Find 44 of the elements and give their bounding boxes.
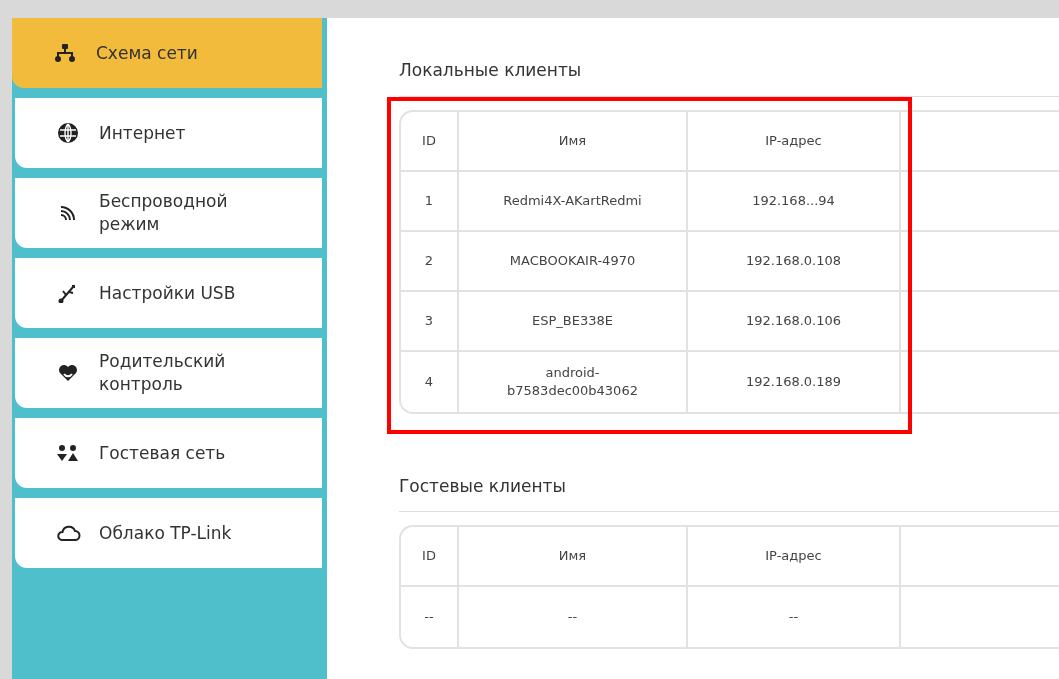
sidebar-label: Гостевая сеть xyxy=(99,441,227,465)
sidebar-item[interactable]: Гостевая сеть xyxy=(15,418,322,488)
table-cell: ESP_BE338E xyxy=(459,291,688,350)
table-cell: 2 xyxy=(401,231,459,290)
sidebar-item[interactable]: Беспроводной режим xyxy=(15,178,322,248)
table-cell: -- xyxy=(459,587,688,647)
column-header: IP-адрес xyxy=(688,111,901,170)
table-cell: Redmi4X-AKartRedmi xyxy=(459,171,688,230)
table-cell: MACBOOKAIR-4970 xyxy=(459,231,688,290)
sidebar-label: Интернет xyxy=(99,121,187,145)
table-cell: 1 xyxy=(401,171,459,230)
sidebar-label: Родительский контроль xyxy=(99,350,227,396)
sidebar-item[interactable]: Облако TP-Link xyxy=(15,498,322,568)
table-cell: android-b7583dec00b43062 xyxy=(459,351,688,412)
table-cell: -- xyxy=(688,587,901,647)
sidebar-label: Облако TP-Link xyxy=(99,521,233,545)
guests-icon xyxy=(56,444,80,462)
table-cell: -- xyxy=(401,587,459,647)
section-title: Локальные клиенты xyxy=(399,59,583,82)
sidebar-item[interactable]: Настройки USB xyxy=(15,258,322,328)
column-header: IP-адрес xyxy=(688,527,901,585)
table-cell: 192.168...94 xyxy=(688,171,901,230)
sidebar-item[interactable]: Родительский контроль xyxy=(15,338,322,408)
table-cell: 3 xyxy=(401,291,459,350)
column-header: Имя xyxy=(459,527,688,585)
sidebar-label: Настройки USB xyxy=(99,281,237,305)
wifi-icon xyxy=(59,204,77,222)
sidebar-item[interactable]: Интернет xyxy=(15,98,322,168)
sidebar-label: Схема сети xyxy=(96,41,199,65)
network-icon xyxy=(54,43,76,63)
column-header: ID xyxy=(401,111,459,170)
sidebar-item[interactable]: Схема сети xyxy=(12,18,322,88)
column-header: ID xyxy=(401,527,459,585)
cloud-icon xyxy=(55,524,81,542)
usb-icon xyxy=(58,283,78,303)
column-header: Имя xyxy=(459,111,688,170)
globe-icon xyxy=(57,122,79,144)
table-cell: 192.168.0.108 xyxy=(688,231,901,290)
sidebar-label: Беспроводной режим xyxy=(99,190,229,236)
table-cell: 192.168.0.189 xyxy=(688,351,901,412)
table-cell: 192.168.0.106 xyxy=(688,291,901,350)
heart-icon xyxy=(57,363,79,383)
table-cell: 4 xyxy=(401,351,459,412)
section-title: Гостевые клиенты xyxy=(399,474,567,498)
